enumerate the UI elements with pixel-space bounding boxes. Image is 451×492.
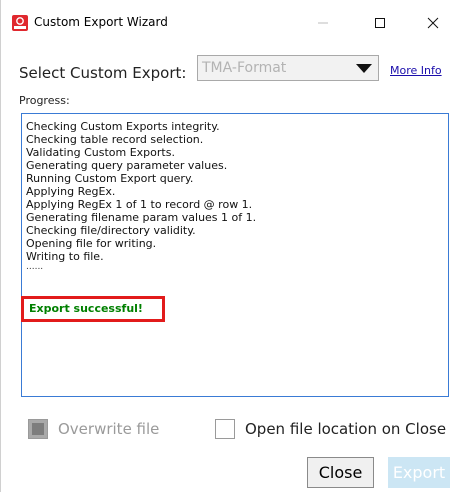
chevron-down-icon [356,64,372,73]
log-line: Checking Custom Exports integrity. [26,120,220,133]
custom-export-wizard-window: Custom Export Wizard Select Custom Expor… [0,0,451,492]
minimize-button[interactable] [301,8,345,38]
log-line: Writing to file. [26,250,104,263]
open-file-location-checkbox[interactable] [215,419,235,439]
maximize-icon [375,18,385,28]
log-line: Checking table record selection. [26,133,204,146]
progress-label: Progress: [19,94,70,107]
overwrite-file-label: Overwrite file [58,420,160,438]
log-line: Validating Custom Exports. [26,146,175,159]
custom-export-dropdown-value: TMA-Format [202,60,287,76]
overwrite-file-checkbox[interactable] [28,419,48,439]
checkbox-fill-icon [32,423,44,435]
title-bar: Custom Export Wizard [1,0,451,42]
log-line: Applying RegEx. [26,185,116,198]
export-button[interactable]: Export [388,457,450,488]
log-line: Generating filename param values 1 of 1. [26,211,257,224]
log-line: Running Custom Export query. [26,172,194,185]
log-line: Generating query parameter values. [26,159,228,172]
export-success-highlight: Export successful! [21,296,165,322]
log-dots: ...... [26,262,44,272]
window-title: Custom Export Wizard [34,15,168,29]
custom-export-dropdown[interactable]: TMA-Format [197,55,379,81]
log-line: Opening file for writing. [26,237,157,250]
progress-log[interactable]: Checking Custom Exports integrity. Check… [21,113,449,397]
app-logo-icon [12,15,28,31]
open-file-location-label: Open file location on Close [245,420,447,438]
more-info-link[interactable]: More Info [390,64,442,77]
close-window-button[interactable] [411,8,451,38]
select-export-label: Select Custom Export: [19,64,187,82]
maximize-button[interactable] [358,8,402,38]
log-line: Applying RegEx 1 of 1 to record @ row 1. [26,198,253,211]
close-button[interactable]: Close [307,457,374,488]
progress-log-lines: Checking Custom Exports integrity. Check… [26,120,257,272]
log-line: Checking file/directory validity. [26,224,196,237]
close-icon [427,17,439,29]
export-success-message: Export successful! [29,302,143,315]
minimize-icon [318,22,328,24]
